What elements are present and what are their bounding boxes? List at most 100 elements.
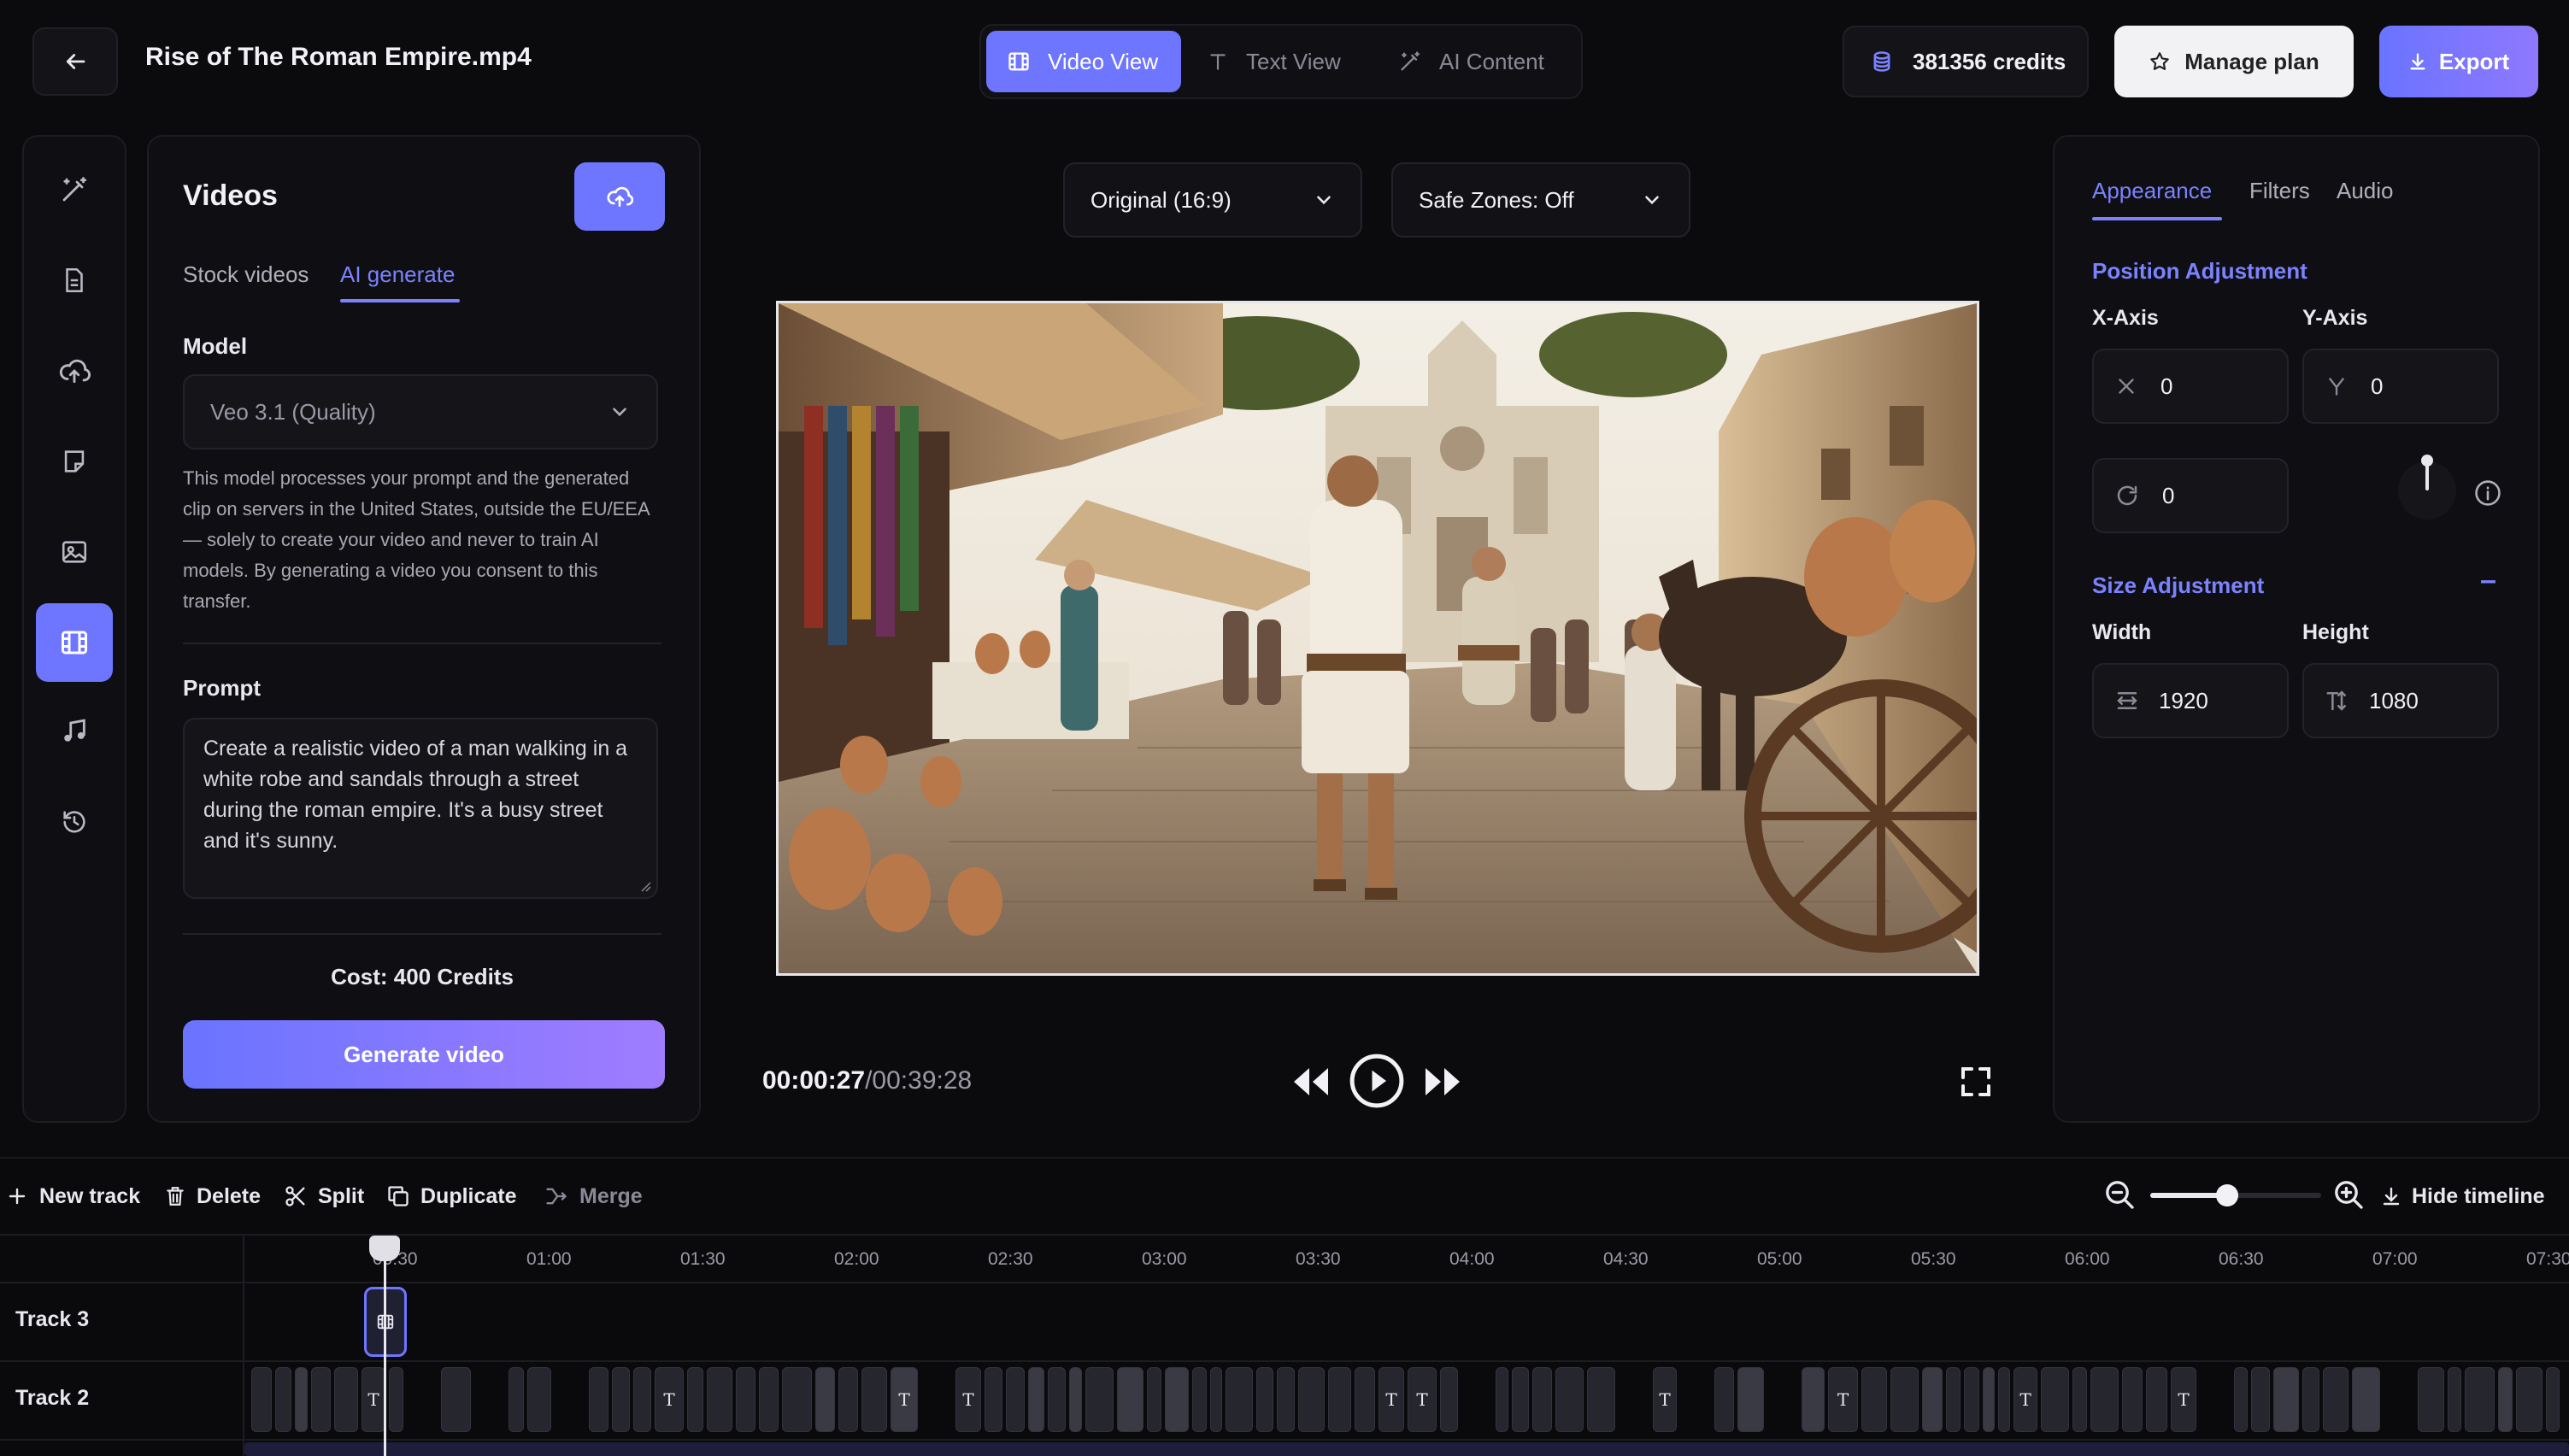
text-clip[interactable] xyxy=(1328,1367,1351,1432)
width-input[interactable]: 1920 xyxy=(2092,663,2289,738)
text-clip[interactable]: T xyxy=(2171,1367,2196,1432)
text-clip[interactable] xyxy=(1277,1367,1295,1432)
text-clip[interactable] xyxy=(2041,1367,2069,1432)
text-clip[interactable] xyxy=(527,1367,551,1432)
duplicate-button[interactable]: Duplicate xyxy=(386,1179,517,1213)
text-clip[interactable] xyxy=(1355,1367,1375,1432)
file-name[interactable]: Rise of The Roman Empire.mp4 xyxy=(145,43,532,72)
hide-timeline-button[interactable]: Hide timeline xyxy=(2381,1179,2545,1213)
text-clip[interactable] xyxy=(2122,1367,2143,1432)
text-clip[interactable] xyxy=(2352,1367,2380,1432)
text-clip[interactable] xyxy=(1964,1367,1979,1432)
aspect-ratio-select[interactable]: Original (16:9) xyxy=(1063,162,1362,238)
text-clip[interactable] xyxy=(1946,1367,1961,1432)
rail-magic-button[interactable] xyxy=(36,156,113,224)
text-clip[interactable] xyxy=(2465,1367,2495,1432)
text-clip[interactable] xyxy=(633,1367,651,1432)
playhead-handle[interactable] xyxy=(369,1236,400,1261)
zoom-slider-thumb[interactable] xyxy=(2216,1184,2238,1206)
manage-plan-button[interactable]: Manage plan xyxy=(2114,26,2354,97)
text-clip[interactable] xyxy=(1028,1367,1044,1432)
text-clip[interactable] xyxy=(1737,1367,1764,1432)
text-clip[interactable] xyxy=(295,1367,308,1432)
text-clip[interactable] xyxy=(687,1367,703,1432)
text-clip[interactable]: T xyxy=(655,1367,684,1432)
fullscreen-button[interactable] xyxy=(1959,1065,1993,1099)
tab-video-view[interactable]: Video View xyxy=(986,31,1181,92)
rewind-button[interactable] xyxy=(1290,1063,1332,1101)
text-clip[interactable]: T xyxy=(891,1367,918,1432)
tab-text-view[interactable]: Text View xyxy=(1207,31,1341,92)
rail-sticker-button[interactable] xyxy=(36,427,113,496)
delete-button[interactable]: Delete xyxy=(164,1179,261,1213)
text-clip[interactable] xyxy=(1983,1367,1995,1432)
text-clip[interactable] xyxy=(1085,1367,1114,1432)
tab-ai-content[interactable]: AI Content xyxy=(1398,31,1544,92)
text-clip[interactable] xyxy=(334,1367,358,1432)
text-clip[interactable]: T xyxy=(1408,1367,1437,1432)
text-clip[interactable] xyxy=(1069,1367,1082,1432)
text-clip[interactable] xyxy=(2072,1367,2087,1432)
text-clip[interactable] xyxy=(441,1367,471,1432)
text-clip[interactable] xyxy=(1998,1367,2010,1432)
text-clip[interactable] xyxy=(612,1367,630,1432)
safe-zones-select[interactable]: Safe Zones: Off xyxy=(1391,162,1690,238)
rail-history-button[interactable] xyxy=(36,788,113,856)
text-clip[interactable] xyxy=(1714,1367,1734,1432)
text-clip[interactable] xyxy=(1117,1367,1143,1432)
text-clip[interactable] xyxy=(1587,1367,1615,1432)
text-clip[interactable] xyxy=(589,1367,608,1432)
text-clip[interactable] xyxy=(1210,1367,1222,1432)
text-clip[interactable] xyxy=(2516,1367,2543,1432)
back-button[interactable] xyxy=(32,27,118,96)
text-clip[interactable] xyxy=(1226,1367,1253,1432)
text-clip[interactable] xyxy=(1532,1367,1552,1432)
text-clip[interactable] xyxy=(1147,1367,1161,1432)
fast-forward-button[interactable] xyxy=(1422,1063,1463,1101)
text-clip[interactable] xyxy=(2146,1367,2167,1432)
text-clip[interactable] xyxy=(1192,1367,1207,1432)
text-clip[interactable] xyxy=(2273,1367,2299,1432)
text-clip[interactable] xyxy=(389,1367,403,1432)
text-clip[interactable] xyxy=(1861,1367,1887,1432)
tab-ai-generate[interactable]: AI generate xyxy=(340,261,455,288)
resize-handle-icon[interactable] xyxy=(639,880,651,892)
prompt-textarea[interactable]: Create a realistic video of a man walkin… xyxy=(183,718,658,899)
text-clip[interactable] xyxy=(1256,1367,1273,1432)
text-clip[interactable] xyxy=(815,1367,835,1432)
text-clip[interactable] xyxy=(1006,1367,1025,1432)
tab-stock-videos[interactable]: Stock videos xyxy=(183,261,309,288)
tab-appearance[interactable]: Appearance xyxy=(2092,178,2212,204)
rail-image-button[interactable] xyxy=(36,518,113,586)
text-clip[interactable] xyxy=(1555,1367,1584,1432)
text-clip[interactable] xyxy=(509,1367,524,1432)
text-clip[interactable] xyxy=(2323,1367,2349,1432)
text-clip[interactable]: T xyxy=(1379,1367,1404,1432)
text-clip[interactable] xyxy=(1922,1367,1943,1432)
text-clip[interactable] xyxy=(838,1367,858,1432)
text-clip[interactable] xyxy=(2090,1367,2119,1432)
text-clip[interactable] xyxy=(1298,1367,1325,1432)
tab-filters[interactable]: Filters xyxy=(2249,178,2310,204)
tab-audio[interactable]: Audio xyxy=(2337,178,2394,204)
x-axis-input[interactable]: 0 xyxy=(2092,349,2289,424)
zoom-out-button[interactable] xyxy=(2102,1177,2137,1212)
text-clip[interactable] xyxy=(736,1367,755,1432)
upload-video-button[interactable] xyxy=(574,162,665,231)
export-button[interactable]: Export xyxy=(2379,26,2538,97)
text-clip[interactable] xyxy=(1496,1367,1508,1432)
play-button[interactable] xyxy=(1349,1053,1405,1109)
text-clip[interactable]: T xyxy=(1828,1367,1858,1432)
zoom-slider[interactable] xyxy=(2150,1184,2321,1206)
video-preview[interactable] xyxy=(776,301,1979,976)
rotation-knob[interactable] xyxy=(2398,455,2456,520)
text-clip[interactable] xyxy=(985,1367,1002,1432)
info-button[interactable] xyxy=(2473,478,2502,508)
text-clip[interactable]: T xyxy=(362,1367,385,1432)
text-clip[interactable] xyxy=(782,1367,812,1432)
text-clip[interactable]: T xyxy=(2013,1367,2037,1432)
text-clip[interactable] xyxy=(1048,1367,1066,1432)
text-clip[interactable] xyxy=(2546,1367,2560,1432)
text-clip[interactable] xyxy=(1802,1367,1825,1432)
new-track-button[interactable]: New track xyxy=(7,1179,140,1213)
